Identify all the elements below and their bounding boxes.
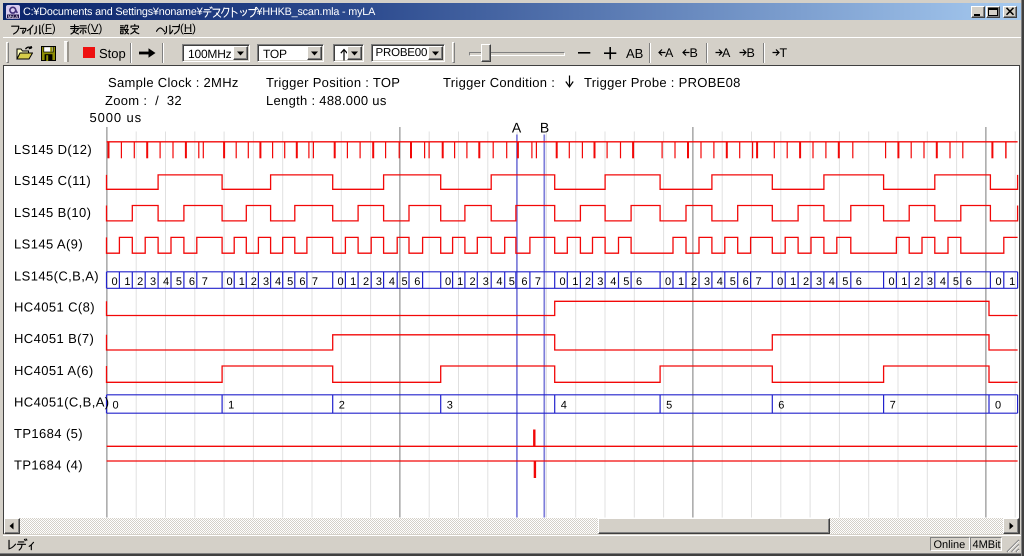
svg-text:0: 0 (996, 276, 1002, 288)
svg-text:3: 3 (447, 399, 453, 411)
svg-text:6: 6 (966, 276, 972, 288)
svg-text:4: 4 (610, 276, 616, 288)
svg-text:5: 5 (287, 276, 293, 288)
svg-text:4: 4 (717, 276, 723, 288)
svg-text:3: 3 (597, 276, 603, 288)
svg-text:6: 6 (299, 276, 305, 288)
svg-text:0: 0 (995, 399, 1001, 411)
svg-text:B: B (540, 120, 549, 136)
svg-text:2: 2 (585, 276, 591, 288)
svg-text:Trigger Position : TOP: Trigger Position : TOP (266, 75, 400, 90)
svg-text:LS145 A(9): LS145 A(9) (14, 237, 83, 252)
svg-text:LS145(C,B,A): LS145(C,B,A) (14, 268, 99, 283)
svg-text:2: 2 (137, 276, 143, 288)
svg-text:6: 6 (856, 276, 862, 288)
svg-text:7: 7 (202, 276, 208, 288)
svg-text:HC4051(C,B,A): HC4051(C,B,A) (14, 395, 110, 410)
svg-text:5: 5 (176, 276, 182, 288)
svg-text:0: 0 (445, 276, 451, 288)
svg-text:LS145 C(11): LS145 C(11) (14, 173, 91, 188)
svg-text:3: 3 (816, 276, 822, 288)
svg-text:5: 5 (402, 276, 408, 288)
svg-text:1: 1 (239, 276, 245, 288)
svg-text:7: 7 (890, 399, 896, 411)
svg-text:Zoom : / 32: Zoom : / 32 (105, 93, 182, 108)
svg-text:5000 us: 5000 us (90, 110, 143, 125)
svg-text:4: 4 (275, 276, 281, 288)
svg-text:6: 6 (778, 399, 784, 411)
svg-text:0: 0 (337, 276, 343, 288)
svg-text:HC4051 B(7): HC4051 B(7) (14, 331, 94, 346)
svg-text:2: 2 (339, 399, 345, 411)
svg-text:7: 7 (756, 276, 762, 288)
svg-text:0: 0 (888, 276, 894, 288)
svg-text:4: 4 (163, 276, 169, 288)
svg-text:2: 2 (691, 276, 697, 288)
svg-text:4: 4 (389, 276, 395, 288)
svg-text:1: 1 (678, 276, 684, 288)
svg-text:1: 1 (228, 399, 234, 411)
svg-text:LS145 B(10): LS145 B(10) (14, 205, 91, 220)
svg-text:0: 0 (777, 276, 783, 288)
svg-text:5: 5 (842, 276, 848, 288)
svg-text:2: 2 (363, 276, 369, 288)
svg-text:4: 4 (940, 276, 946, 288)
svg-text:HC4051 A(6): HC4051 A(6) (14, 363, 94, 378)
svg-text:1: 1 (350, 276, 356, 288)
svg-text:0: 0 (227, 276, 233, 288)
svg-text:6: 6 (636, 276, 642, 288)
svg-text:5: 5 (730, 276, 736, 288)
svg-text:6: 6 (521, 276, 527, 288)
svg-text:TP1684 (5): TP1684 (5) (14, 426, 83, 441)
svg-text:0: 0 (559, 276, 565, 288)
svg-text:3: 3 (483, 276, 489, 288)
svg-text:3: 3 (927, 276, 933, 288)
svg-text:2: 2 (914, 276, 920, 288)
svg-text:LS145 D(12): LS145 D(12) (14, 142, 92, 157)
svg-text:3: 3 (150, 276, 156, 288)
svg-text:4: 4 (496, 276, 502, 288)
svg-text:TP1684 (4): TP1684 (4) (14, 458, 83, 473)
svg-text:HC4051 C(8): HC4051 C(8) (14, 299, 95, 314)
svg-text:2: 2 (803, 276, 809, 288)
svg-text:5: 5 (666, 399, 672, 411)
svg-text:1: 1 (1009, 276, 1015, 288)
svg-text:Trigger Condition :: Trigger Condition : (443, 75, 555, 90)
svg-text:0: 0 (113, 399, 119, 411)
svg-text:A: A (512, 120, 522, 136)
svg-text:1: 1 (124, 276, 130, 288)
svg-text:5: 5 (623, 276, 629, 288)
svg-text:1: 1 (901, 276, 907, 288)
svg-text:Trigger Probe : PROBE08: Trigger Probe : PROBE08 (584, 75, 741, 90)
svg-text:Sample Clock : 2MHz: Sample Clock : 2MHz (108, 75, 239, 90)
svg-text:6: 6 (743, 276, 749, 288)
svg-text:3: 3 (704, 276, 710, 288)
svg-text:2: 2 (251, 276, 257, 288)
svg-text:0: 0 (665, 276, 671, 288)
svg-text:3: 3 (263, 276, 269, 288)
svg-text:0: 0 (111, 276, 117, 288)
svg-text:1: 1 (572, 276, 578, 288)
svg-text:4: 4 (829, 276, 835, 288)
svg-text:6: 6 (189, 276, 195, 288)
svg-text:3: 3 (376, 276, 382, 288)
svg-text:2: 2 (470, 276, 476, 288)
svg-text:4: 4 (561, 399, 567, 411)
svg-text:1: 1 (790, 276, 796, 288)
svg-text:1: 1 (457, 276, 463, 288)
svg-text:6: 6 (414, 276, 420, 288)
svg-text:7: 7 (312, 276, 318, 288)
svg-text:MyLA: MyLA (8, 14, 19, 19)
svg-text:5: 5 (953, 276, 959, 288)
svg-text:Length : 488.000 us: Length : 488.000 us (266, 93, 387, 108)
svg-text:7: 7 (535, 276, 541, 288)
svg-text:5: 5 (509, 276, 515, 288)
